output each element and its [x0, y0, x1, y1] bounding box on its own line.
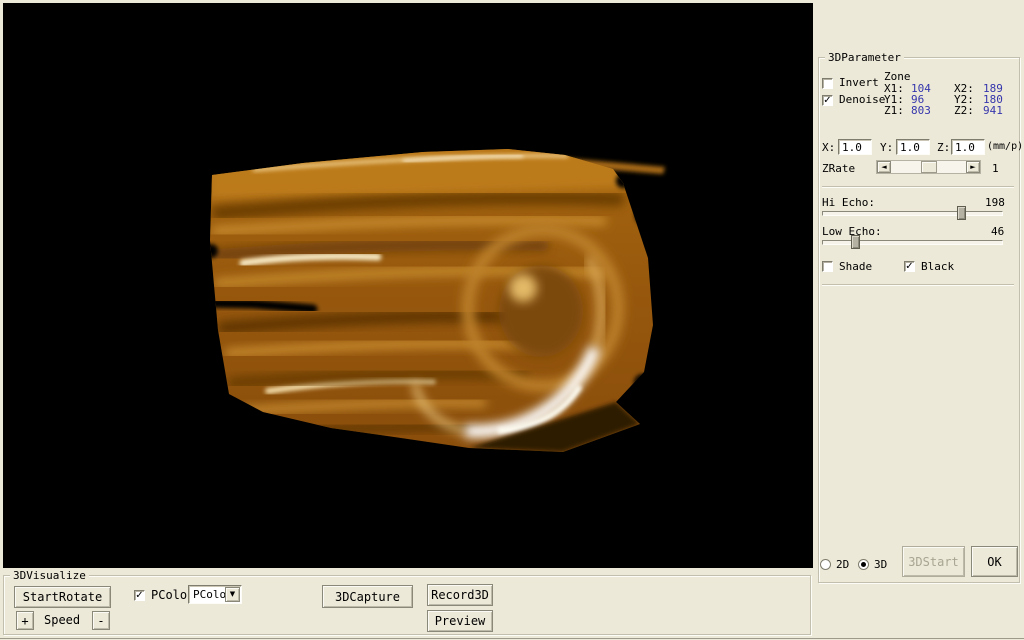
check-icon: ✓ [135, 590, 143, 601]
zrate-right-arrow[interactable]: ► [966, 161, 980, 173]
invert-checkbox[interactable] [822, 78, 833, 89]
zrate-left-arrow[interactable]: ◄ [877, 161, 891, 173]
scale-x-input[interactable] [838, 139, 872, 155]
denoise-checkbox[interactable]: ✓ [822, 95, 833, 106]
hi-echo-slider[interactable] [822, 211, 1003, 216]
record3d-button[interactable]: Record3D [427, 584, 493, 606]
zone-z2-value: 941 [983, 105, 1003, 117]
zrate-scrollbar[interactable]: ◄ ► [876, 160, 981, 174]
zrate-thumb[interactable] [921, 161, 937, 173]
chevron-down-icon: ▼ [230, 590, 235, 598]
app-window: 3DParameter Invert ✓ Denoise Zone X1: 10… [0, 0, 1024, 640]
mode-3d-label: 3D [874, 559, 887, 571]
start3d-button[interactable]: 3DStart [902, 546, 965, 577]
capture3d-button[interactable]: 3DCapture [322, 585, 413, 608]
check-icon: ✓ [823, 95, 831, 106]
hi-echo-label: Hi Echo: [822, 197, 875, 209]
start-rotate-button[interactable]: StartRotate [14, 586, 111, 608]
black-label: Black [921, 261, 954, 273]
mode-3d-radio[interactable] [858, 559, 869, 570]
parameter-group-title: 3DParameter [825, 51, 904, 64]
arrow-left-icon: ◄ [881, 163, 886, 171]
mode-2d-radio[interactable] [820, 559, 831, 570]
preview-button[interactable]: Preview [427, 610, 493, 632]
visualize-group-title: 3DVisualize [10, 569, 89, 582]
speed-label: Speed [44, 614, 80, 626]
speed-plus-button[interactable]: + [16, 611, 34, 630]
scale-y-label: Y: [880, 142, 893, 154]
pcolor-checkbox[interactable]: ✓ [134, 590, 145, 601]
pcolor-dropdown[interactable]: PColor ▼ [188, 585, 242, 604]
black-checkbox[interactable]: ✓ [904, 261, 915, 272]
divider [822, 186, 1014, 188]
divider [822, 284, 1014, 286]
hi-echo-value: 198 [985, 197, 1005, 209]
low-echo-value: 46 [991, 226, 1004, 238]
denoise-label: Denoise [839, 94, 885, 106]
mode-2d-label: 2D [836, 559, 849, 571]
shade-label: Shade [839, 261, 872, 273]
speed-minus-button[interactable]: - [92, 611, 110, 630]
volume-render [3, 3, 813, 568]
ok-button[interactable]: OK [971, 546, 1018, 577]
render-viewport[interactable] [3, 3, 813, 568]
scale-z-input[interactable] [951, 139, 985, 155]
zone-z1-value: 803 [911, 105, 931, 117]
hi-echo-thumb[interactable] [957, 206, 966, 220]
zrate-value: 1 [992, 163, 999, 175]
scale-x-label: X: [822, 142, 835, 154]
zone-z2-label: Z2: [954, 105, 974, 117]
invert-label: Invert [839, 77, 879, 89]
scale-y-input[interactable] [896, 139, 930, 155]
zrate-label: ZRate [822, 163, 855, 175]
parameter-groupbox: 3DParameter [818, 57, 1020, 583]
scale-z-label: Z: [937, 142, 950, 154]
pcolor-dropdown-button[interactable]: ▼ [225, 587, 240, 602]
window-bottom-edge [0, 638, 1024, 639]
zone-z1-label: Z1: [884, 105, 904, 117]
arrow-right-icon: ► [970, 163, 975, 171]
low-echo-thumb[interactable] [851, 235, 860, 249]
low-echo-slider[interactable] [822, 240, 1003, 245]
scale-unit-label: (mm/p) [987, 141, 1023, 153]
check-icon: ✓ [905, 261, 913, 272]
shade-checkbox[interactable] [822, 261, 833, 272]
